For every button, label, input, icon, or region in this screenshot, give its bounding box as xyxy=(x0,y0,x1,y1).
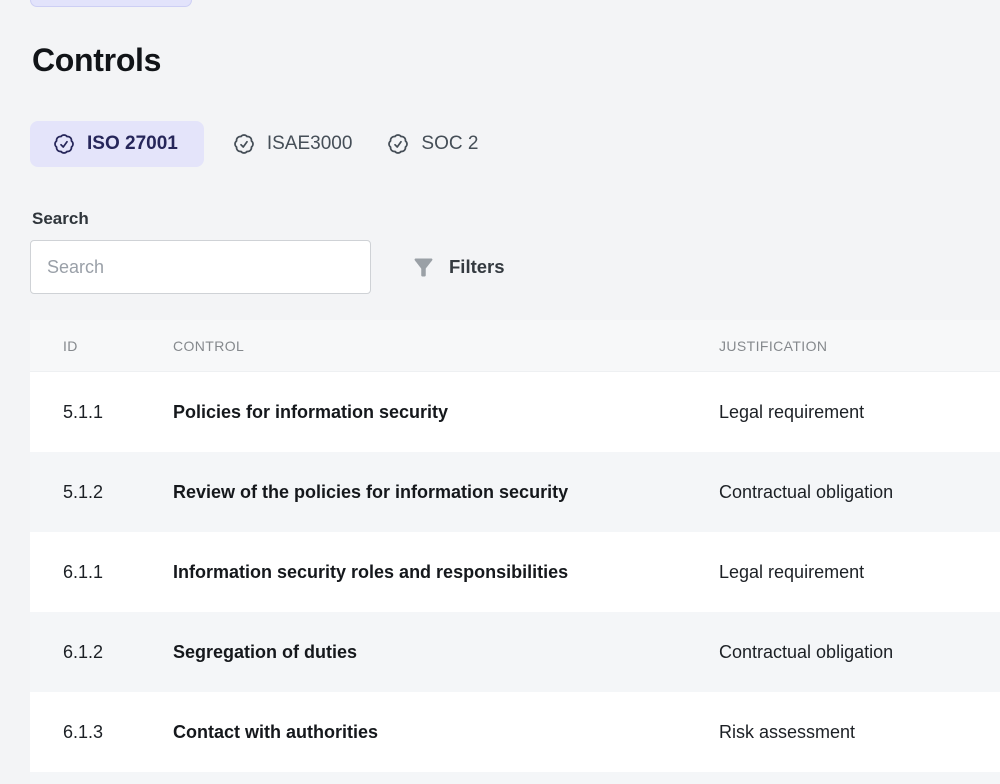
table-row-partial xyxy=(30,772,1000,784)
badge-check-icon xyxy=(52,132,76,156)
filter-funnel-icon xyxy=(410,254,437,281)
tab-iso-27001[interactable]: ISO 27001 xyxy=(30,121,204,167)
framework-tabs: ISO 27001 ISAE3000 SOC 2 xyxy=(30,121,484,167)
cell-control: Segregation of duties xyxy=(173,642,719,663)
table-row[interactable]: 6.1.2 Segregation of duties Contractual … xyxy=(30,612,1000,692)
cell-id: 5.1.1 xyxy=(30,402,173,423)
cell-id: 6.1.1 xyxy=(30,562,173,583)
cell-justification: Legal requirement xyxy=(719,402,1000,423)
cell-control: Information security roles and responsib… xyxy=(173,562,719,583)
tab-label: ISO 27001 xyxy=(87,133,178,155)
badge-check-icon xyxy=(232,132,256,156)
table-row[interactable]: 6.1.1 Information security roles and res… xyxy=(30,532,1000,612)
table-row[interactable]: 5.1.2 Review of the policies for informa… xyxy=(30,452,1000,532)
controls-table: ID CONTROL JUSTIFICATION 5.1.1 Policies … xyxy=(30,320,1000,784)
cell-justification: Risk assessment xyxy=(719,722,1000,743)
tab-label: SOC 2 xyxy=(421,133,478,155)
cell-id: 6.1.3 xyxy=(30,722,173,743)
filters-button[interactable]: Filters xyxy=(410,240,505,294)
search-label: Search xyxy=(32,209,89,229)
page-title: Controls xyxy=(32,42,161,79)
tab-label: ISAE3000 xyxy=(267,133,353,155)
cell-justification: Legal requirement xyxy=(719,562,1000,583)
table-row[interactable]: 6.1.3 Contact with authorities Risk asse… xyxy=(30,692,1000,772)
column-header-id: ID xyxy=(30,338,173,354)
table-row[interactable]: 5.1.1 Policies for information security … xyxy=(30,372,1000,452)
cell-id: 6.1.2 xyxy=(30,642,173,663)
cell-control: Policies for information security xyxy=(173,402,719,423)
tab-isae3000[interactable]: ISAE3000 xyxy=(226,121,359,167)
column-header-control: CONTROL xyxy=(173,338,719,354)
column-header-justification: JUSTIFICATION xyxy=(719,338,1000,354)
search-input[interactable] xyxy=(30,240,371,294)
cell-control: Contact with authorities xyxy=(173,722,719,743)
cell-id: 5.1.2 xyxy=(30,482,173,503)
badge-check-icon xyxy=(386,132,410,156)
filters-label: Filters xyxy=(449,256,505,278)
cut-off-top-button[interactable] xyxy=(30,0,192,7)
tab-soc-2[interactable]: SOC 2 xyxy=(380,121,484,167)
cell-justification: Contractual obligation xyxy=(719,642,1000,663)
cell-control: Review of the policies for information s… xyxy=(173,482,719,503)
table-header-row: ID CONTROL JUSTIFICATION xyxy=(30,320,1000,372)
cell-justification: Contractual obligation xyxy=(719,482,1000,503)
